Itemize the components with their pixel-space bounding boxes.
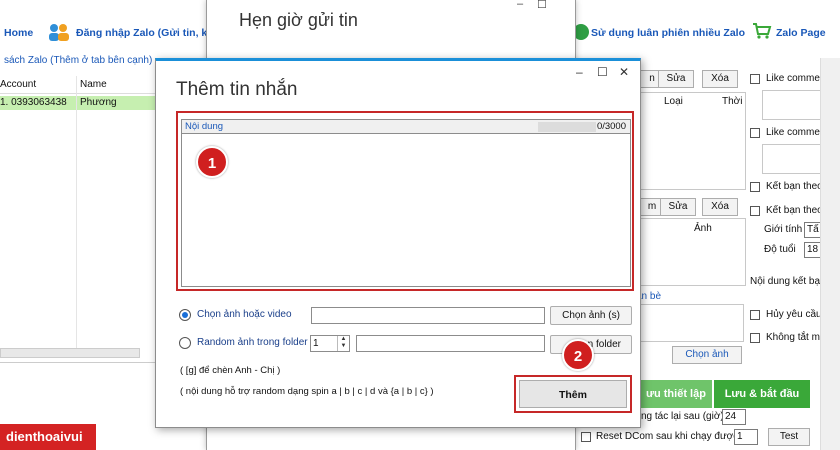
delete-post-button[interactable]: Xóa — [702, 70, 738, 88]
zalo-account-pane: sách Zalo (Thêm ở tab bên cạnh) Account … — [0, 50, 155, 450]
add-message-dialog: Thêm tin nhắn – ☐ ✕ Nội dung 0/3000 1 Ch… — [155, 58, 641, 428]
repeat-label: ng tác lại sau (giờ) — [641, 411, 724, 422]
friend-content-label: Nội dung kết bạ — [750, 276, 821, 287]
add-friend-checkbox-2[interactable] — [750, 206, 760, 216]
schedule-dialog-title: Hẹn giờ gửi tin — [239, 10, 358, 30]
like-comment-label-1: Like commer — [766, 73, 824, 84]
minimize-button[interactable]: – — [576, 65, 583, 79]
cancel-request-checkbox[interactable] — [750, 310, 760, 320]
zalo-page-tab[interactable]: Zalo Page — [776, 27, 826, 39]
row-name: Phương — [80, 97, 117, 108]
reset-dcom-input[interactable]: 1 — [734, 429, 758, 445]
people-icon — [49, 24, 69, 41]
hint-spin-text: ( nội dung hỗ trợ random dạng spin a | b… — [180, 386, 434, 397]
no-off-checkbox[interactable] — [750, 333, 760, 343]
close-button[interactable]: ✕ — [619, 65, 629, 79]
edit-post-button[interactable]: Sửa — [658, 70, 694, 88]
maximize-button[interactable]: ☐ — [597, 65, 608, 79]
reset-dcom-label: Reset DCom sau khi chạy được — [596, 431, 739, 442]
vertical-scrollbar[interactable] — [820, 58, 840, 450]
cancel-request-label: Hủy yêu cầu — [766, 309, 822, 320]
reset-dcom-checkbox[interactable] — [581, 432, 591, 442]
right-settings-pane: n Sửa Xóa Loại Thời Like commer Like com… — [630, 58, 840, 450]
add-message-dialog-title: Thêm tin nhắn — [176, 79, 298, 100]
rotate-zalo-tab[interactable]: Sử dụng luân phiên nhiều Zalo — [591, 27, 745, 39]
char-count: 0/3000 — [596, 121, 626, 132]
repeat-input[interactable]: 24 — [722, 409, 746, 425]
stepper-arrows-icon[interactable]: ▲ ▼ — [337, 336, 349, 351]
col-image: Ảnh — [694, 223, 712, 234]
login-zalo-tab[interactable]: Đăng nhập Zalo (Gửi tin, kết — [76, 27, 217, 39]
add-button[interactable]: Thêm — [519, 380, 627, 408]
content-textarea[interactable] — [182, 135, 630, 286]
edit-image-button[interactable]: Sửa — [660, 198, 696, 216]
add-friend-label-1: Kết bạn theo — [766, 181, 823, 192]
random-count-stepper[interactable]: 1 ▲ ▼ — [310, 335, 350, 352]
horizontal-scrollbar[interactable] — [0, 348, 140, 358]
random-count-value: 1 — [313, 338, 319, 349]
grid-divider — [76, 76, 77, 356]
brand-logo: dienthoaivui — [0, 424, 96, 450]
like-comment-text-2[interactable] — [762, 144, 824, 174]
gender-label: Giới tính — [764, 224, 803, 235]
age-label: Độ tuổi — [764, 244, 796, 255]
annotation-badge-1: 1 — [196, 146, 228, 178]
choose-image-button[interactable]: Chọn ảnh (s) — [550, 306, 632, 325]
friend-list-box[interactable] — [636, 304, 744, 342]
add-button-highlight: Thêm — [514, 375, 632, 413]
add-friend-label-2: Kết bạn theo — [766, 205, 823, 216]
random-folder-label: Random ảnh trong folder — [197, 337, 308, 348]
schedule-minimize-button[interactable]: – — [517, 0, 523, 10]
hint-name-text: ( [g] để chèn Anh - Chị ) — [180, 365, 281, 376]
random-folder-radio[interactable] — [179, 337, 191, 349]
like-comment-checkbox-2[interactable] — [750, 128, 760, 138]
col-account: Account — [0, 79, 37, 90]
char-count-bar — [538, 122, 596, 132]
col-name: Name — [80, 79, 107, 90]
media-path-input[interactable] — [311, 307, 545, 324]
cart-icon — [753, 23, 772, 39]
content-label: Nội dung — [185, 121, 224, 132]
like-comment-label-2: Like commer — [766, 127, 824, 138]
table-row[interactable]: 1. 0393063438 Phương — [0, 96, 155, 110]
left-bottom-panel — [0, 362, 155, 422]
folder-path-input[interactable] — [356, 335, 545, 352]
content-header: Nội dung 0/3000 — [182, 120, 630, 134]
choose-media-label: Chọn ảnh hoặc video — [197, 309, 292, 320]
save-start-button[interactable]: Lưu & bắt đầu — [714, 380, 810, 408]
choose-media-radio[interactable] — [179, 309, 191, 321]
choose-image-button-bg[interactable]: Chọn ảnh — [672, 346, 742, 364]
col-type: Loại — [664, 96, 683, 107]
home-tab[interactable]: Home — [4, 27, 33, 39]
account-grid-header: Account Name — [0, 76, 155, 94]
like-comment-text-1[interactable] — [762, 90, 824, 120]
account-list-title: sách Zalo (Thêm ở tab bên cạnh) — [4, 55, 153, 66]
test-button[interactable]: Test — [768, 428, 810, 446]
annotation-badge-2: 2 — [562, 339, 594, 371]
col-time: Thời — [722, 96, 743, 107]
like-comment-checkbox-1[interactable] — [750, 74, 760, 84]
row-account: 1. 0393063438 — [0, 97, 67, 108]
content-editor: Nội dung 0/3000 — [181, 119, 631, 287]
schedule-maximize-button[interactable]: ☐ — [537, 0, 547, 11]
no-off-label: Không tắt má — [766, 332, 826, 343]
save-settings-button[interactable]: ưu thiết lập — [640, 380, 712, 408]
image-grid[interactable] — [640, 218, 746, 286]
add-friend-checkbox-1[interactable] — [750, 182, 760, 192]
delete-image-button[interactable]: Xóa — [702, 198, 738, 216]
